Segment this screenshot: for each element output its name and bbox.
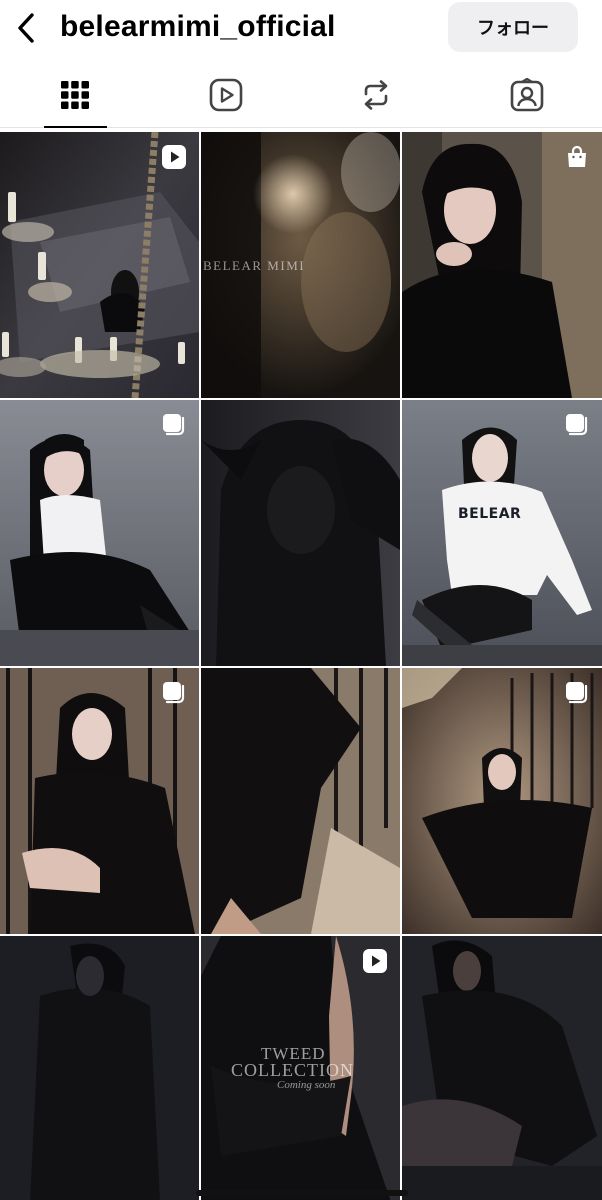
reel-icon [363, 949, 387, 973]
post-photo [402, 936, 602, 1200]
chevron-left-icon [18, 13, 34, 43]
carousel-icon [566, 414, 588, 436]
posts-grid: BELEAR MIMI BELEAR TWEED COLLECTION Comi… [0, 132, 602, 1200]
post-overlay-title: COLLECTION [231, 1060, 354, 1080]
reels-play-icon [209, 78, 243, 111]
carousel-icon [163, 682, 185, 704]
post-photo [402, 132, 602, 398]
back-button[interactable] [8, 8, 44, 48]
post-photo [402, 400, 602, 666]
profile-tabs [0, 62, 602, 128]
post-thumbnail[interactable]: BELEAR [402, 400, 602, 666]
carousel-icon [163, 414, 185, 436]
post-thumbnail[interactable]: TWEED COLLECTION Coming soon [201, 936, 400, 1200]
post-photo [0, 400, 199, 666]
post-thumbnail[interactable]: BELEAR MIMI [201, 132, 400, 398]
post-thumbnail[interactable] [0, 400, 199, 666]
shopping-bag-icon [568, 145, 586, 167]
post-thumbnail[interactable] [0, 132, 199, 398]
post-thumbnail[interactable] [402, 668, 602, 934]
follow-button[interactable]: フォロー [448, 2, 578, 52]
carousel-icon [566, 682, 588, 704]
profile-header: belearmimi_official フォロー [0, 0, 602, 60]
tab-reels[interactable] [151, 62, 302, 127]
tab-tagged[interactable] [452, 62, 602, 127]
post-photo [0, 132, 199, 398]
grid-icon [61, 80, 90, 109]
home-indicator[interactable] [196, 1190, 408, 1196]
post-thumbnail[interactable] [201, 668, 400, 934]
post-photo [201, 400, 400, 666]
post-thumbnail[interactable] [0, 668, 199, 934]
post-photo [201, 668, 400, 934]
tab-posts[interactable] [0, 62, 151, 128]
reel-icon [162, 145, 186, 169]
post-photo [0, 936, 199, 1200]
post-overlay-subtitle: Coming soon [277, 1079, 336, 1091]
post-photo [0, 668, 199, 934]
post-overlay-text: BELEAR MIMI [203, 258, 306, 273]
post-thumbnail[interactable] [201, 400, 400, 666]
post-thumbnail[interactable] [0, 936, 199, 1200]
post-photo [402, 668, 602, 934]
post-thumbnail[interactable] [402, 132, 602, 398]
tagged-person-icon [510, 77, 544, 111]
post-thumbnail[interactable] [402, 936, 602, 1200]
tab-reposts[interactable] [301, 62, 452, 127]
repost-icon [364, 79, 388, 110]
profile-username: belearmimi_official [60, 10, 336, 43]
sweater-print-text: BELEAR [458, 506, 522, 522]
